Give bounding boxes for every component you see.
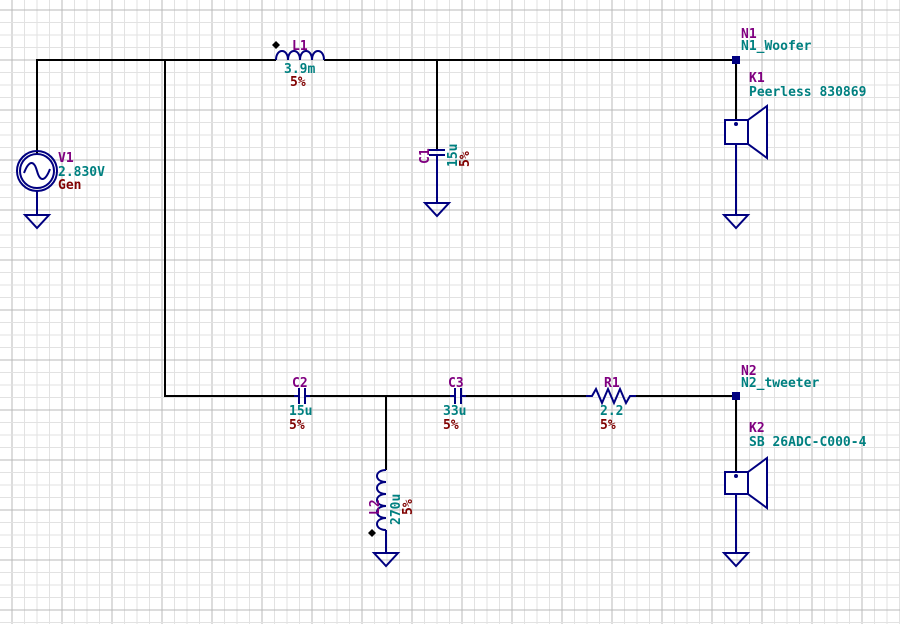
c1-tolerance: 5%	[458, 151, 473, 167]
n2-name: N2_tweeter	[741, 376, 819, 391]
c2-value: 15u	[289, 404, 312, 419]
capacitor-c1[interactable]: C1 15u 5%	[418, 144, 473, 218]
n1-name: N1_Woofer	[741, 39, 812, 54]
k2-ref: K2	[749, 421, 765, 436]
speaker-icon	[721, 456, 768, 568]
resistor-icon	[586, 386, 636, 406]
c3-tolerance: 5%	[443, 418, 459, 433]
speaker-k1[interactable]: K1 Peerless 830869	[721, 71, 866, 230]
c3-ref: C3	[448, 376, 464, 391]
k1-value: Peerless 830869	[749, 85, 866, 100]
k1-ref: K1	[749, 71, 765, 86]
c2-ref: C2	[292, 376, 308, 391]
node-n2-marker[interactable]	[732, 392, 740, 400]
source-v1[interactable]: V1 2.830V Gen	[16, 150, 105, 230]
l1-tolerance: 5%	[290, 75, 306, 90]
r1-value: 2.2	[600, 404, 623, 419]
l1-ref: L1	[292, 39, 308, 54]
l2-tolerance: 5%	[401, 499, 416, 515]
v1-ref: V1	[58, 151, 74, 166]
c3-value: 33u	[443, 404, 466, 419]
k2-value: SB 26ADC-C000-4	[749, 435, 867, 450]
inductor-l2[interactable]: L2 270u 5%	[368, 469, 416, 568]
schematic-canvas[interactable]: V1 2.830V Gen L1 3.9m 5% C1 15u 5% N1 N1…	[0, 0, 900, 624]
speaker-k2[interactable]: K2 SB 26ADC-C000-4	[721, 421, 867, 568]
wire-top-left[interactable]	[36, 59, 276, 157]
inductor-l1[interactable]: L1 3.9m 5%	[272, 39, 325, 90]
node-n2[interactable]: N2 N2_tweeter	[732, 364, 819, 400]
r1-tolerance: 5%	[600, 418, 616, 433]
r1-ref: R1	[604, 376, 620, 391]
l2-ref: L2	[368, 499, 383, 515]
v1-name: Gen	[58, 178, 81, 193]
c1-ref: C1	[418, 148, 433, 164]
c2-tolerance: 5%	[289, 418, 305, 433]
node-n1-marker[interactable]	[732, 56, 740, 64]
